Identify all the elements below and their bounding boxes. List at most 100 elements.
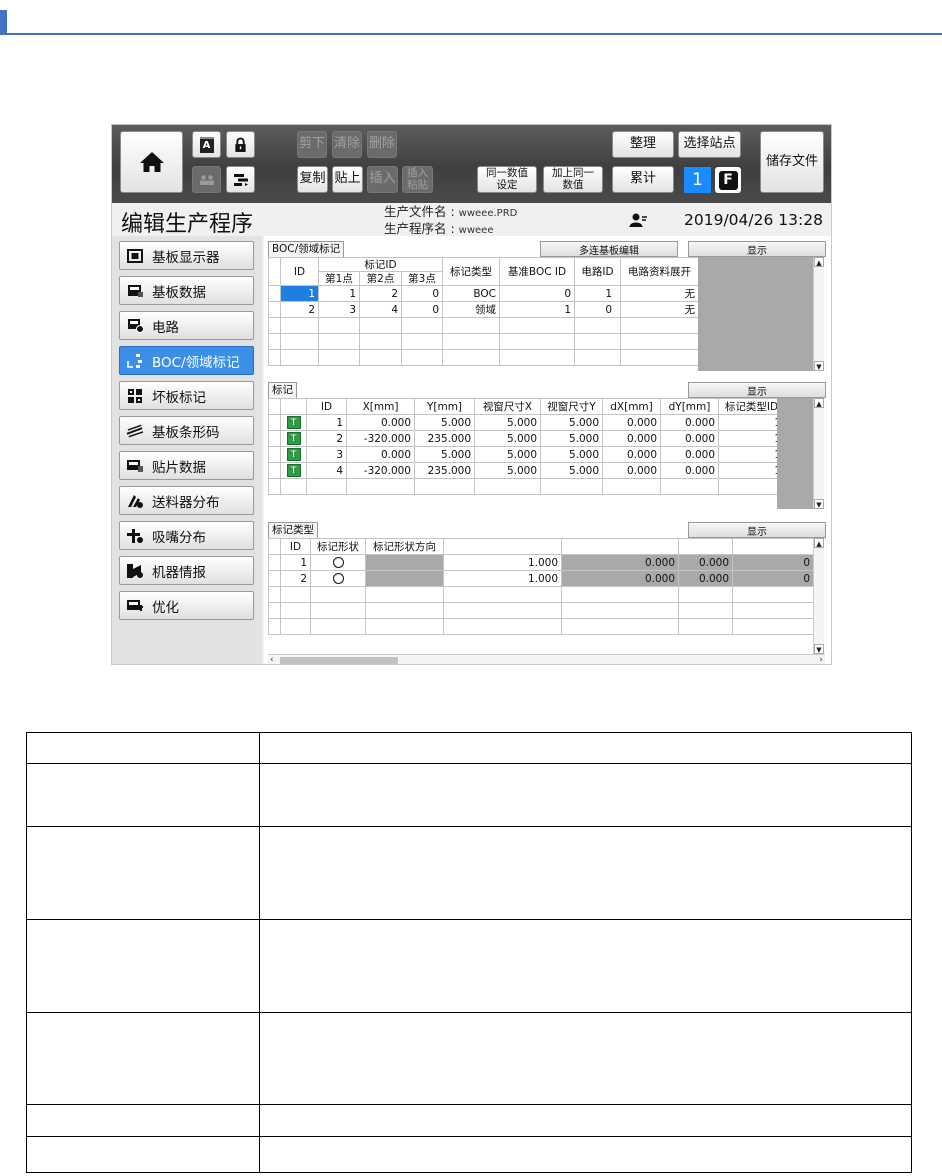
table-row[interactable] bbox=[268, 618, 814, 635]
cell-point3[interactable]: 0 bbox=[401, 301, 443, 318]
cell-mark-type-id[interactable]: 1 bbox=[718, 462, 785, 479]
table-row[interactable]: 2 3 4 0 领域 1 0 无 bbox=[268, 301, 699, 318]
cell-dy[interactable]: 0.000 bbox=[660, 430, 719, 447]
cell-value[interactable]: 1.000 bbox=[443, 554, 562, 571]
sidebar-item-boc-mark[interactable]: BOC/领域标记 bbox=[119, 346, 254, 375]
scroll-up-icon[interactable]: ▲ bbox=[814, 538, 824, 548]
table-row[interactable]: T 3 0.000 5.000 5.000 5.000 0.000 0.000 … bbox=[268, 446, 785, 463]
cell-y[interactable]: 5.000 bbox=[414, 446, 475, 463]
table-row[interactable]: 1 1.000 0.000 0.000 0 bbox=[268, 554, 814, 571]
clear-button[interactable]: 清除 bbox=[332, 131, 362, 158]
cell-mark-type[interactable]: 领域 bbox=[442, 301, 500, 318]
delete-button[interactable]: 删除 bbox=[367, 131, 397, 158]
sidebar-item-barcode[interactable]: 基板条形码 bbox=[119, 416, 254, 445]
table-row[interactable]: 2 1.000 0.000 0.000 0 bbox=[268, 570, 814, 587]
cell-dy[interactable]: 0.000 bbox=[660, 414, 719, 431]
auto-mode-button[interactable]: A bbox=[192, 131, 221, 158]
cell-window-y[interactable]: 5.000 bbox=[540, 462, 603, 479]
cell-circuit-expand[interactable]: 无 bbox=[620, 301, 699, 318]
cell-window-y[interactable]: 5.000 bbox=[540, 430, 603, 447]
table-row[interactable] bbox=[268, 586, 814, 603]
cell-y[interactable]: 235.000 bbox=[414, 462, 475, 479]
copy-button[interactable]: 复制 bbox=[297, 166, 328, 193]
cell-id[interactable]: 2 bbox=[306, 430, 347, 447]
teach-mark-icon[interactable]: T bbox=[286, 416, 301, 429]
cell-id[interactable]: 2 bbox=[280, 570, 311, 587]
sidebar-item-circuit[interactable]: 电路 bbox=[119, 311, 254, 340]
cell-circuit-id[interactable]: 0 bbox=[574, 301, 621, 318]
cut-button[interactable]: 剪下 bbox=[297, 131, 327, 158]
cell-point3[interactable]: 0 bbox=[401, 285, 443, 302]
table-row[interactable] bbox=[268, 333, 699, 350]
cell-window-x[interactable]: 5.000 bbox=[474, 446, 541, 463]
table-row[interactable] bbox=[268, 349, 699, 366]
cell-mark-type-id[interactable]: 1 bbox=[718, 414, 785, 431]
cell-window-x[interactable]: 5.000 bbox=[474, 414, 541, 431]
sidebar-item-feeder[interactable]: 送料器分布 bbox=[119, 486, 254, 515]
transfer-button[interactable] bbox=[226, 166, 255, 193]
insert-button[interactable]: 插入 bbox=[367, 166, 398, 193]
table-row[interactable]: 1 1 2 0 BOC 0 1 无 bbox=[268, 285, 699, 302]
boc-display-button[interactable]: 显示 bbox=[688, 241, 826, 257]
cell-point1[interactable]: 3 bbox=[318, 301, 360, 318]
scroll-left-icon[interactable]: ‹ bbox=[270, 655, 274, 664]
scroll-right-icon[interactable]: › bbox=[819, 655, 823, 664]
cell-x[interactable]: -320.000 bbox=[346, 462, 415, 479]
sidebar-item-machine-info[interactable]: 机器情报 bbox=[119, 556, 254, 585]
mark-vertical-scrollbar[interactable]: ▲ ▼ bbox=[813, 398, 824, 509]
save-file-button[interactable]: 储存文件 bbox=[760, 131, 824, 193]
sidebar-item-board-data[interactable]: 基板数据 bbox=[119, 276, 254, 305]
scroll-up-icon[interactable]: ▲ bbox=[814, 257, 824, 267]
add-same-value-button[interactable]: 加上同一 数值 bbox=[543, 166, 603, 193]
table-row[interactable] bbox=[268, 602, 814, 619]
cell-dx[interactable]: 0.000 bbox=[602, 446, 661, 463]
teach-mark-icon[interactable]: T bbox=[286, 448, 301, 461]
mark-type-vertical-scrollbar[interactable]: ▲ ▼ bbox=[813, 538, 824, 654]
scroll-up-icon[interactable]: ▲ bbox=[814, 398, 824, 408]
cell-x[interactable]: 0.000 bbox=[346, 446, 415, 463]
f-status-badge[interactable]: F bbox=[715, 167, 741, 193]
home-button[interactable] bbox=[120, 131, 183, 193]
cell-base-boc-id[interactable]: 1 bbox=[499, 301, 575, 318]
cell-id[interactable]: 4 bbox=[306, 462, 347, 479]
cell-dx[interactable]: 0.000 bbox=[602, 430, 661, 447]
sidebar-item-board-display[interactable]: 基板显示器 bbox=[119, 241, 254, 270]
table-row[interactable]: T 1 0.000 5.000 5.000 5.000 0.000 0.000 … bbox=[268, 414, 785, 431]
cell-dy[interactable]: 0.000 bbox=[660, 462, 719, 479]
cell-dy[interactable]: 0.000 bbox=[660, 446, 719, 463]
cell-x[interactable]: 0.000 bbox=[346, 414, 415, 431]
scroll-down-icon[interactable]: ▼ bbox=[814, 644, 824, 654]
sidebar-item-optimize[interactable]: 优化 bbox=[119, 591, 254, 620]
cell-point1[interactable]: 1 bbox=[318, 285, 360, 302]
cell-id[interactable]: 3 bbox=[306, 446, 347, 463]
sidebar-item-bad-mark[interactable]: 坏板标记 bbox=[119, 381, 254, 410]
teach-mark-icon[interactable]: T bbox=[286, 432, 301, 445]
paste-button[interactable]: 贴上 bbox=[332, 166, 363, 193]
cell-dx[interactable]: 0.000 bbox=[602, 462, 661, 479]
multi-board-edit-button[interactable]: 多连基板编辑 bbox=[540, 241, 678, 257]
cell-circuit-id[interactable]: 1 bbox=[574, 285, 621, 302]
boc-vertical-scrollbar[interactable]: ▲ ▼ bbox=[813, 257, 824, 371]
cell-value[interactable]: 1.000 bbox=[443, 570, 562, 587]
cell-window-y[interactable]: 5.000 bbox=[540, 446, 603, 463]
users-button[interactable] bbox=[192, 166, 221, 193]
table-row[interactable] bbox=[268, 317, 699, 334]
station-number-badge[interactable]: 1 bbox=[684, 167, 711, 193]
teach-mark-icon[interactable]: T bbox=[286, 464, 301, 477]
accumulate-button[interactable]: 累计 bbox=[612, 166, 674, 193]
cell-window-x[interactable]: 5.000 bbox=[474, 430, 541, 447]
cell-y[interactable]: 5.000 bbox=[414, 414, 475, 431]
cell-id[interactable]: 1 bbox=[280, 554, 311, 571]
cell-mark-type[interactable]: BOC bbox=[442, 285, 500, 302]
cell-point2[interactable]: 2 bbox=[359, 285, 402, 302]
table-row[interactable] bbox=[268, 478, 785, 495]
mark-display-button[interactable]: 显示 bbox=[688, 382, 826, 398]
cell-mark-type-id[interactable]: 1 bbox=[718, 430, 785, 447]
cell-id[interactable]: 1 bbox=[280, 285, 319, 302]
cell-base-boc-id[interactable]: 0 bbox=[499, 285, 575, 302]
cell-id[interactable]: 2 bbox=[280, 301, 319, 318]
cell-id[interactable]: 1 bbox=[306, 414, 347, 431]
lock-button[interactable] bbox=[226, 131, 255, 158]
sidebar-item-nozzle[interactable]: 吸嘴分布 bbox=[119, 521, 254, 550]
organize-button[interactable]: 整理 bbox=[612, 131, 674, 158]
